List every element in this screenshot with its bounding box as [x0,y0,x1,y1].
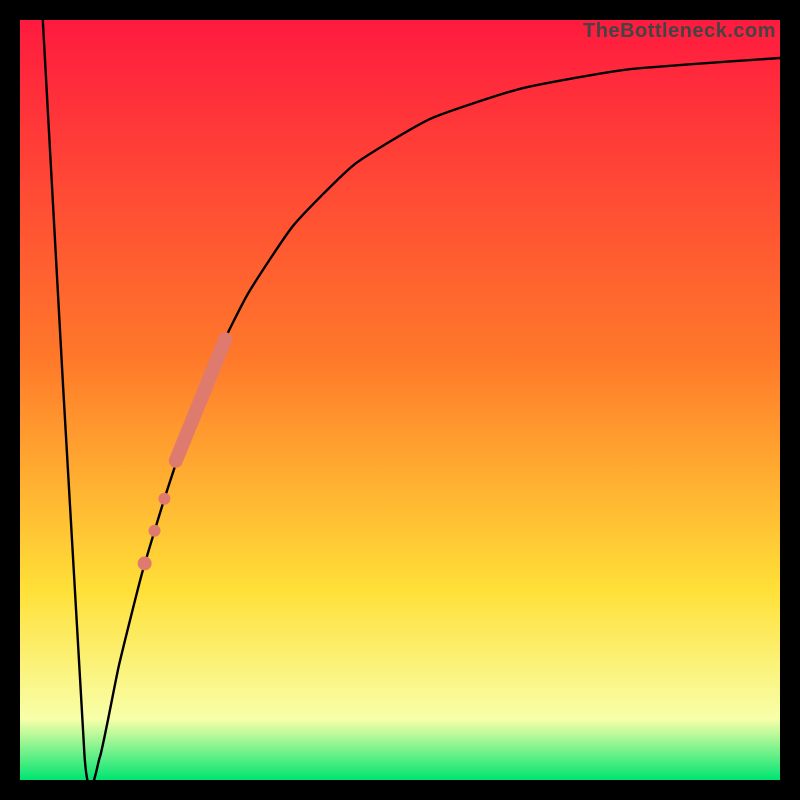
highlight-dot [158,493,170,505]
bottleneck-curve [43,20,780,780]
highlight-segment [176,339,225,461]
highlight-dot [149,525,161,537]
highlight-dot [138,556,152,570]
chart-frame: TheBottleneck.com [0,0,800,800]
chart-svg [20,20,780,780]
plot-area: TheBottleneck.com [20,20,780,780]
highlight-dots [138,493,171,571]
